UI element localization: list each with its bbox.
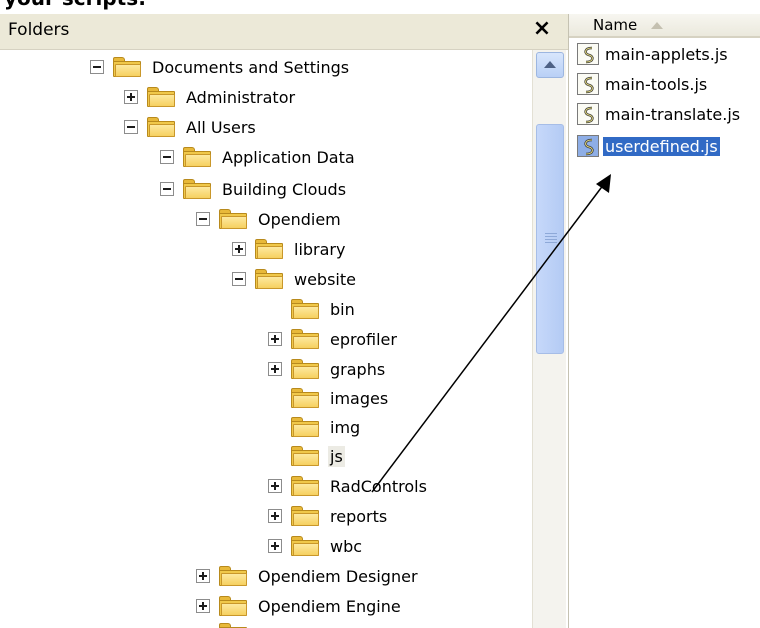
folder-icon <box>218 565 248 587</box>
tree-item-label: Documents and Settings <box>152 57 350 77</box>
folder-icon <box>290 505 320 527</box>
tree-item-opendiem-engine[interactable]: Opendiem Engine <box>196 592 403 620</box>
file-name: userdefined.js <box>603 136 720 156</box>
tree-item-label: wbc <box>330 536 363 556</box>
tree-item-img[interactable]: img <box>268 413 362 441</box>
tree-item-images[interactable]: images <box>268 384 390 412</box>
tree-item-documents-and-settings[interactable]: Documents and Settings <box>90 53 351 81</box>
sort-ascending-icon <box>651 22 663 29</box>
tree-item-label: graphs <box>330 359 386 379</box>
folder-icon <box>254 268 284 290</box>
tree-item-label: eprofiler <box>330 329 397 349</box>
js-script-file-icon <box>577 43 599 65</box>
clipped-top-text: your scripts: <box>4 0 146 10</box>
tree-item-js[interactable]: js <box>268 442 345 470</box>
tree-item-opendiem-designer[interactable]: Opendiem Designer <box>196 562 420 590</box>
expand-toggle-icon[interactable] <box>196 569 210 583</box>
expand-toggle-icon[interactable] <box>268 509 282 523</box>
tree-item-all-users[interactable]: All Users <box>124 113 258 141</box>
collapse-toggle-icon[interactable] <box>90 60 104 74</box>
tree-item-building-clouds[interactable]: Building Clouds <box>160 175 348 203</box>
tree-item-label: All Users <box>186 117 256 137</box>
tree-item-label: RadControls <box>330 476 427 496</box>
file-name: main-applets.js <box>605 44 728 64</box>
tree-item-label: Building Clouds <box>222 179 347 199</box>
scrollbar-thumb[interactable] <box>536 124 564 354</box>
tree-item-application-data[interactable]: Application Data <box>160 143 357 171</box>
folder-icon <box>218 622 248 628</box>
collapse-toggle-icon[interactable] <box>124 120 138 134</box>
folder-icon <box>290 387 320 409</box>
expand-toggle-icon[interactable] <box>196 599 210 613</box>
folder-icon <box>146 86 176 108</box>
tree-item-label: Application Data <box>222 147 355 167</box>
collapse-toggle-icon[interactable] <box>232 272 246 286</box>
folder-icon <box>218 208 248 230</box>
tree-item-library[interactable]: library <box>232 235 347 263</box>
file-item-main-tools[interactable]: main-tools.js <box>577 72 709 96</box>
tree-item-radcontrols[interactable]: RadControls <box>268 472 429 500</box>
name-column-header[interactable]: Name <box>569 14 760 38</box>
tree-item-label: Opendiem <box>258 209 341 229</box>
folder-icon <box>290 358 320 380</box>
js-script-file-icon <box>577 135 599 157</box>
tree-item-label: Opendiem Engine <box>258 596 401 616</box>
scroll-up-button[interactable] <box>536 52 564 78</box>
collapse-toggle-icon[interactable] <box>160 182 174 196</box>
arrow-up-icon <box>544 61 556 68</box>
close-folders-pane-button[interactable]: × <box>530 18 554 42</box>
expand-toggle-icon[interactable] <box>268 479 282 493</box>
file-name: main-tools.js <box>605 74 708 94</box>
tree-item-opendiem[interactable]: Opendiem <box>196 205 343 233</box>
folder-icon <box>290 475 320 497</box>
tree-item-label: Opendiem Designer <box>258 566 418 586</box>
js-script-file-icon <box>577 73 599 95</box>
name-column-label: Name <box>593 16 638 34</box>
folder-tree: Documents and Settings Administrator All… <box>0 50 532 628</box>
expand-toggle-icon[interactable] <box>124 90 138 104</box>
folder-icon <box>290 416 320 438</box>
tree-item-website[interactable]: website <box>232 265 358 293</box>
js-script-file-icon <box>577 103 599 125</box>
folders-pane-header: Folders × <box>0 14 568 50</box>
tree-item-wbc[interactable]: wbc <box>268 532 364 560</box>
folder-icon <box>290 535 320 557</box>
file-name: main-translate.js <box>605 104 741 124</box>
expand-toggle-icon[interactable] <box>268 362 282 376</box>
tree-item-administrator[interactable]: Administrator <box>124 83 297 111</box>
expand-toggle-icon[interactable] <box>268 332 282 346</box>
tree-item-label: Administrator <box>186 87 296 107</box>
collapse-toggle-icon[interactable] <box>196 212 210 226</box>
folder-icon <box>182 146 212 168</box>
tree-item-graphs[interactable]: graphs <box>268 355 387 383</box>
tree-item-label: images <box>330 388 389 408</box>
folder-icon <box>290 328 320 350</box>
folder-tree-scrollbar[interactable] <box>532 50 566 628</box>
collapse-toggle-icon[interactable] <box>160 150 174 164</box>
file-item-main-applets[interactable]: main-applets.js <box>577 42 730 66</box>
folders-pane-title: Folders <box>8 20 70 40</box>
folder-icon <box>112 56 142 78</box>
tree-item-reports[interactable]: reports <box>268 502 389 530</box>
folder-icon <box>218 595 248 617</box>
folder-open-icon <box>290 445 320 467</box>
tree-item-label: reports <box>330 506 388 526</box>
tree-item-label: library <box>294 239 346 259</box>
tree-item-label: img <box>330 417 361 437</box>
tree-item-bin[interactable]: bin <box>268 295 357 323</box>
file-list-pane: Name main-applets.js main-tools.js main-… <box>568 14 760 628</box>
folder-icon <box>182 178 212 200</box>
folder-icon <box>290 298 320 320</box>
tree-item-label: website <box>294 269 356 289</box>
expand-toggle-icon[interactable] <box>232 242 246 256</box>
folder-icon <box>146 116 176 138</box>
file-item-main-translate[interactable]: main-translate.js <box>577 102 742 126</box>
tree-item-eprofiler[interactable]: eprofiler <box>268 325 399 353</box>
tree-item-label: bin <box>330 299 355 319</box>
expand-toggle-icon[interactable] <box>268 539 282 553</box>
file-item-userdefined[interactable]: userdefined.js <box>577 134 720 158</box>
folder-icon <box>254 238 284 260</box>
tree-item-label: js <box>328 445 345 467</box>
